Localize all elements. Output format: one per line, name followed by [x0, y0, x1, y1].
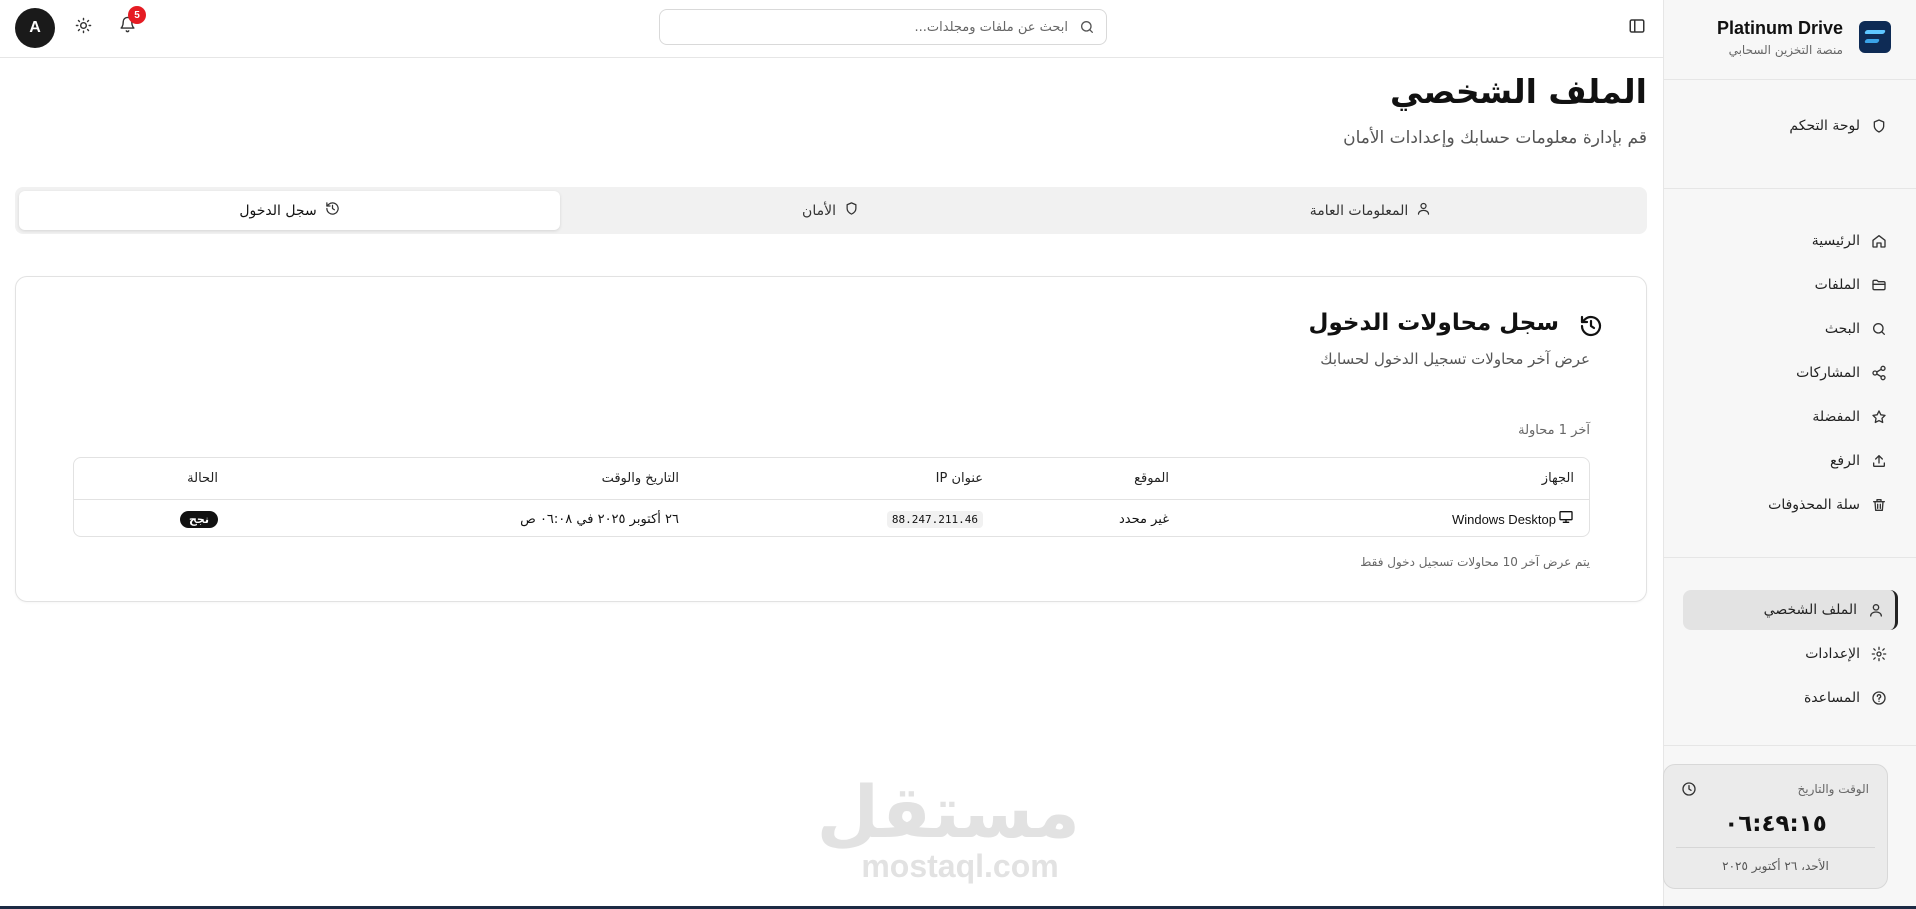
upload-icon [1870, 452, 1888, 470]
tab-login-history[interactable]: سجل الدخول [19, 191, 560, 230]
clock-divider [1676, 847, 1875, 848]
card-description: عرض آخر محاولات تسجيل الدخول لحسابك [1320, 350, 1590, 368]
watermark-logo: مستقل [816, 770, 1080, 854]
search-box [659, 9, 1107, 45]
tab-security[interactable]: الأمان [560, 191, 1101, 230]
tab-general-info[interactable]: المعلومات العامة [1100, 191, 1641, 230]
sidebar-divider [1663, 557, 1916, 558]
sidebar-item-trash[interactable]: سلة المحذوفات [1673, 487, 1888, 523]
search-icon [1077, 19, 1095, 37]
clock-date: الأحد، ٢٦ أكتوبر ٢٠٢٥ [1722, 859, 1829, 873]
sidebar-item-files[interactable]: الملفات [1673, 267, 1888, 303]
page-subtitle: قم بإدارة معلومات حسابك وإعدادات الأمان [1343, 128, 1647, 148]
sidebar-item-label: الإعدادات [1805, 646, 1860, 662]
history-icon [325, 201, 340, 220]
brand-logo[interactable] [1859, 21, 1891, 53]
trash-icon [1870, 496, 1888, 514]
clock-time: ٠٦:٤٩:١٥ [1724, 811, 1827, 837]
login-history-card: سجل محاولات الدخول عرض آخر محاولات تسجيل… [15, 276, 1647, 602]
column-header-device: الجهاز [1541, 471, 1574, 486]
sidebar-item-label: المساعدة [1803, 690, 1860, 706]
home-icon [1870, 232, 1888, 250]
status-cell: نجح [180, 500, 218, 536]
sidebar-item-label: لوحة التحكم [1789, 118, 1860, 134]
clock-widget: الوقت والتاريخ ٠٦:٤٩:١٥ الأحد، ٢٦ أكتوبر… [1663, 764, 1888, 889]
watermark-url: mostaql.com [861, 848, 1059, 884]
sidebar-item-upload[interactable]: الرفع [1673, 443, 1888, 479]
tab-label: سجل الدخول [239, 202, 317, 219]
status-badge: نجح [180, 510, 218, 528]
sun-icon[interactable] [72, 17, 92, 37]
app-root: Platinum Drive منصة التخزين السحابي لوحة… [0, 0, 1916, 909]
gear-icon [1870, 645, 1888, 663]
clock-icon [1681, 781, 1697, 797]
column-header-status: الحالة [187, 471, 218, 486]
brand-header: Platinum Drive منصة التخزين السحابي [1663, 0, 1916, 80]
sidebar-item-label: الملف الشخصي [1763, 602, 1857, 618]
shield-icon [1870, 117, 1888, 135]
sidebar-item-dashboard[interactable]: لوحة التحكم [1673, 108, 1888, 144]
notification-badge: 5 [128, 6, 146, 24]
sidebar-item-label: المفضلة [1812, 409, 1860, 425]
sidebar-item-help[interactable]: المساعدة [1673, 680, 1888, 716]
sidebar-item-shares[interactable]: المشاركات [1673, 355, 1888, 391]
device-name: Windows Desktop [1451, 511, 1556, 527]
device-cell: Windows Desktop [1451, 500, 1574, 536]
brand-subtitle: منصة التخزين السحابي [1728, 43, 1843, 57]
sidebar-item-label: الملفات [1814, 277, 1860, 293]
search-icon [1870, 320, 1888, 338]
sidebar-item-search[interactable]: البحث [1673, 311, 1888, 347]
column-header-datetime: التاريخ والوقت [601, 471, 679, 486]
location-cell: غير محدد [1119, 511, 1169, 527]
ip-cell: 88.247.211.46 [886, 500, 983, 536]
history-icon [1579, 314, 1603, 338]
brand-name: Platinum Drive [1716, 18, 1843, 38]
datetime-cell: ٢٦ أكتوبر ٢٠٢٥ في ٠٦:٠٨ ص [520, 511, 679, 527]
sidebar-item-label: الرفع [1829, 453, 1860, 469]
tab-label: المعلومات العامة [1309, 202, 1409, 219]
column-header-ip: عنوان IP [935, 471, 983, 486]
sidebar-item-profile[interactable]: الملف الشخصي [1683, 590, 1898, 630]
page-title: الملف الشخصي [1389, 72, 1647, 111]
shield-icon [844, 201, 859, 220]
sidebar-item-home[interactable]: الرئيسية [1673, 223, 1888, 259]
top-bar: 5 A [0, 0, 1663, 58]
sidebar-item-settings[interactable]: الإعدادات [1673, 636, 1888, 672]
ip-address: 88.247.211.46 [886, 510, 983, 528]
sidebar-divider [1663, 188, 1916, 189]
sidebar: Platinum Drive منصة التخزين السحابي لوحة… [1663, 0, 1916, 907]
user-icon [1867, 601, 1885, 619]
attempts-count: آخر 1 محاولة [1518, 423, 1590, 438]
search-input[interactable] [678, 10, 1068, 44]
sidebar-item-label: سلة المحذوفات [1768, 497, 1860, 513]
table-row: Windows Desktop غير محدد 88.247.211.46 ٢… [74, 500, 1589, 536]
card-title: سجل محاولات الدخول [1308, 310, 1559, 336]
sidebar-item-label: المشاركات [1796, 365, 1860, 381]
table-header: الجهاز الموقع عنوان IP التاريخ والوقت ال… [74, 458, 1589, 500]
column-header-location: الموقع [1134, 471, 1169, 486]
sidebar-toggle-icon[interactable] [1626, 17, 1646, 37]
profile-tabs: المعلومات العامة الأمان سجل الدخول [15, 187, 1647, 234]
sidebar-item-label: البحث [1824, 321, 1860, 337]
sidebar-item-label: الرئيسية [1811, 233, 1860, 249]
login-history-table: الجهاز الموقع عنوان IP التاريخ والوقت ال… [73, 457, 1590, 537]
sidebar-item-favorites[interactable]: المفضلة [1673, 399, 1888, 435]
help-icon [1870, 689, 1888, 707]
history-note: يتم عرض آخر 10 محاولات تسجيل دخول فقط [1360, 555, 1590, 569]
tab-label: الأمان [802, 202, 836, 219]
star-icon [1870, 408, 1888, 426]
monitor-icon [1558, 509, 1574, 529]
avatar[interactable]: A [15, 8, 55, 48]
share-icon [1870, 364, 1888, 382]
clock-title: الوقت والتاريخ [1797, 782, 1869, 796]
sidebar-divider [1663, 745, 1916, 746]
user-icon [1416, 201, 1431, 220]
folder-icon [1870, 276, 1888, 294]
